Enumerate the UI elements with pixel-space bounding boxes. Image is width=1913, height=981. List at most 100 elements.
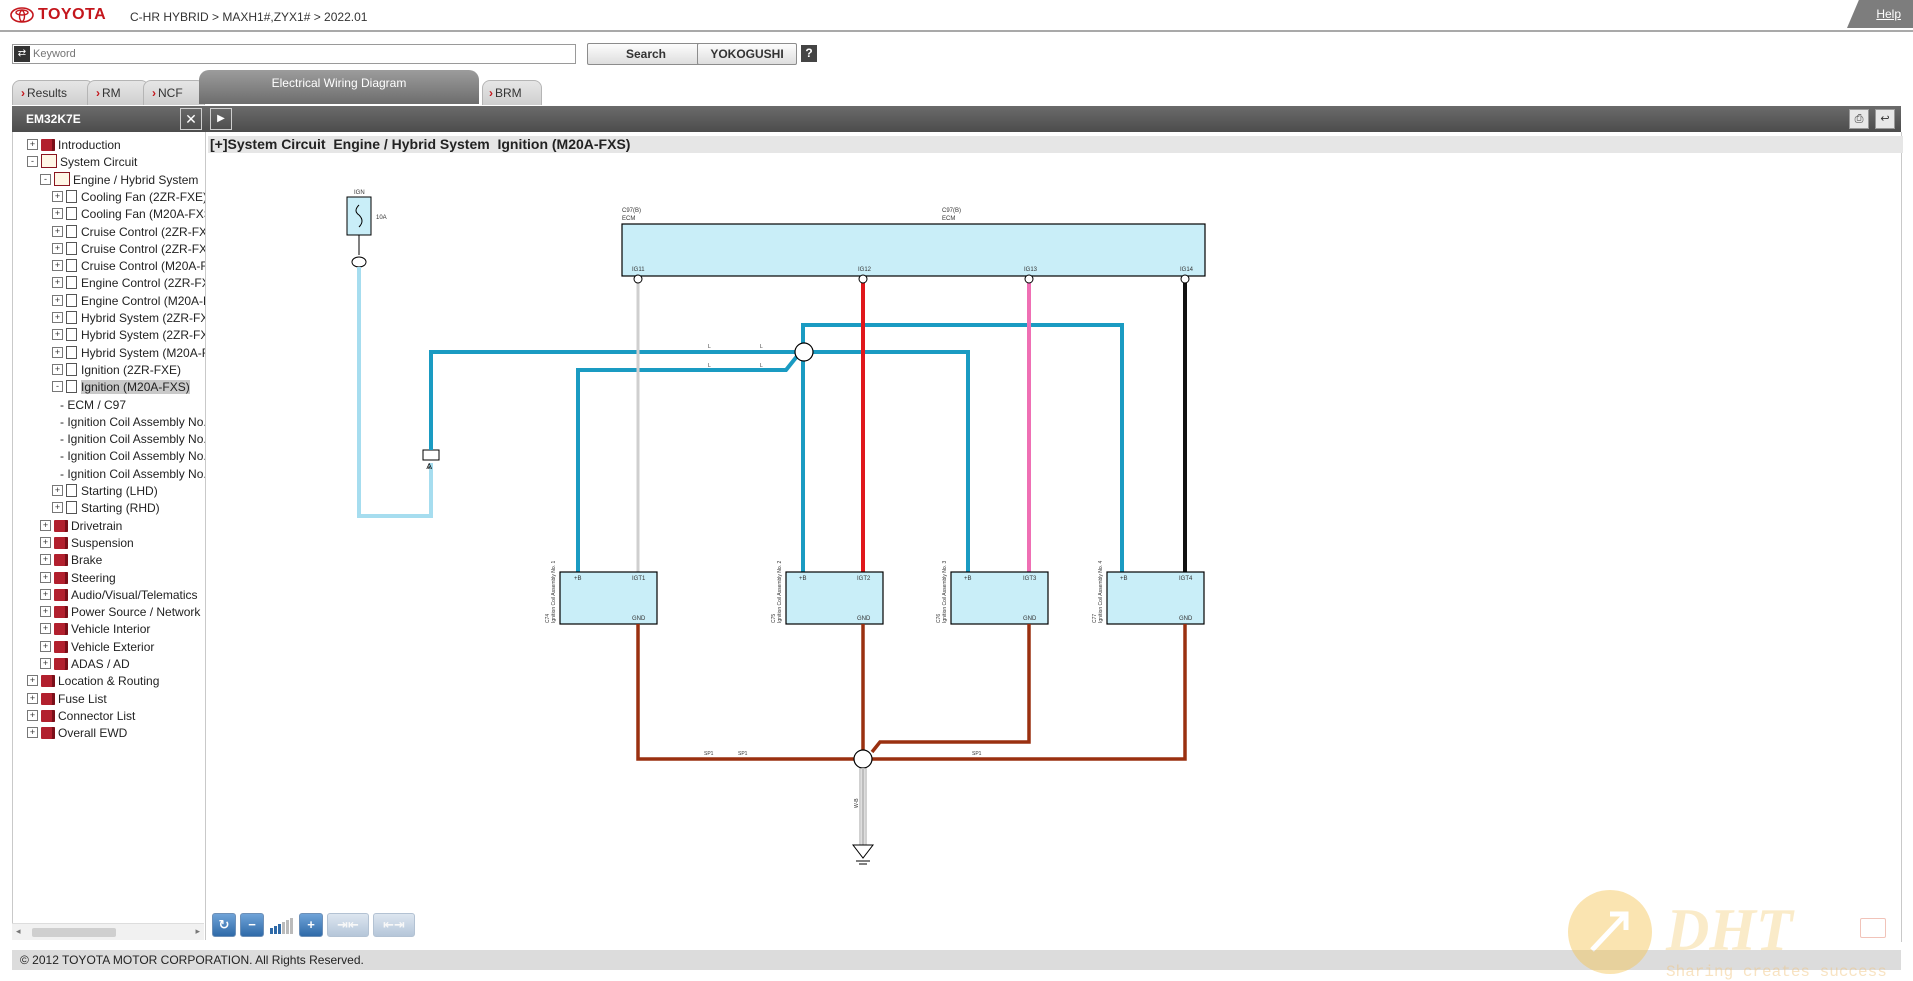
- tree-item[interactable]: + Fuse List: [27, 690, 107, 708]
- scroll-left-icon[interactable]: ◂: [16, 926, 21, 937]
- tab-ncf[interactable]: › NCF: [143, 80, 205, 105]
- expand-icon[interactable]: +: [40, 640, 51, 652]
- collapse-icon[interactable]: -: [40, 173, 51, 185]
- question-help-button[interactable]: ?: [801, 45, 817, 62]
- close-icon[interactable]: ✕: [180, 108, 202, 130]
- tree-item[interactable]: + Cooling Fan (M20A-FXS): [52, 205, 205, 223]
- tree-item[interactable]: + Connector List: [27, 707, 135, 725]
- ecm-block[interactable]: [621, 223, 1206, 277]
- expand-icon[interactable]: +: [27, 675, 38, 687]
- collapse-icon[interactable]: -: [52, 381, 63, 393]
- tree-item[interactable]: + Location & Routing: [27, 672, 159, 690]
- help-link[interactable]: Help: [1876, 7, 1901, 21]
- reset-view-icon[interactable]: ↻: [212, 913, 236, 937]
- zoom-out-icon[interactable]: −: [240, 913, 264, 937]
- tree-item[interactable]: + Engine Control (M20A-FXS): [52, 292, 205, 310]
- zoom-level-step[interactable]: [282, 922, 285, 934]
- expand-icon[interactable]: +: [40, 588, 51, 600]
- tree-item[interactable]: + Vehicle Interior: [40, 620, 150, 638]
- tree-item[interactable]: + Power Source / Network: [40, 603, 200, 621]
- supply-wire-main[interactable]: [429, 350, 798, 450]
- tree-item[interactable]: + Drivetrain: [40, 517, 122, 535]
- tree-item[interactable]: - Engine / Hybrid System: [40, 171, 198, 189]
- scrollbar-thumb[interactable]: [32, 928, 116, 937]
- expand-icon[interactable]: +: [27, 692, 38, 704]
- tree-item[interactable]: - Ignition Coil Assembly No. 1: [60, 413, 205, 431]
- expand-icon[interactable]: +: [27, 139, 38, 150]
- scroll-right-icon[interactable]: ▸: [195, 926, 200, 937]
- tab-rm[interactable]: › RM: [87, 80, 149, 105]
- tree-item[interactable]: + Starting (LHD): [52, 482, 158, 500]
- expand-icon[interactable]: +: [52, 190, 63, 202]
- ground-wire-coil1[interactable]: [636, 624, 863, 761]
- tree-item[interactable]: - System Circuit: [27, 153, 137, 171]
- tree-item[interactable]: + Steering: [40, 569, 116, 587]
- zoom-level-indicator[interactable]: [270, 916, 293, 934]
- tree-item[interactable]: + Overall EWD: [27, 724, 127, 742]
- ground-junction[interactable]: [853, 749, 873, 769]
- ground-wire-coil3[interactable]: [870, 624, 1031, 754]
- tree-item[interactable]: + Suspension: [40, 534, 134, 552]
- supply-wire-coil1[interactable]: [576, 353, 800, 572]
- search-button[interactable]: Search: [587, 43, 705, 65]
- splice-connector[interactable]: [422, 449, 440, 461]
- tree-item[interactable]: - Ignition Coil Assembly No. 2: [60, 430, 205, 448]
- tab-electrical-wiring-diagram[interactable]: Electrical Wiring Diagram: [199, 70, 479, 104]
- tree-item[interactable]: - Ignition (M20A-FXS): [52, 378, 190, 396]
- back-icon[interactable]: ↩: [1875, 109, 1895, 129]
- expand-icon[interactable]: +: [52, 346, 63, 358]
- tree-item[interactable]: + Vehicle Exterior: [40, 638, 154, 656]
- tree-item[interactable]: + ADAS / AD: [40, 655, 130, 673]
- tree-item[interactable]: + Hybrid System (2ZR-FXE): [52, 326, 205, 344]
- tree-item[interactable]: + Hybrid System (2ZR-FXE): [52, 309, 205, 327]
- expand-icon[interactable]: +: [40, 571, 51, 583]
- expand-icon[interactable]: +: [40, 536, 51, 548]
- supply-wire-coil2[interactable]: [801, 323, 1124, 572]
- tree-item[interactable]: + Cruise Control (2ZR-FXE): [52, 223, 205, 241]
- tree-item[interactable]: - Ignition Coil Assembly No. 4: [60, 465, 205, 483]
- expand-icon[interactable]: +: [52, 225, 63, 237]
- tree-item[interactable]: - Ignition Coil Assembly No. 3: [60, 447, 205, 465]
- supply-junction[interactable]: [794, 342, 814, 362]
- zoom-level-step[interactable]: [286, 920, 289, 934]
- expand-icon[interactable]: +: [40, 658, 51, 669]
- play-icon[interactable]: ▶: [210, 108, 232, 130]
- sidebar-horizontal-scrollbar[interactable]: ◂ ▸: [12, 923, 204, 940]
- expand-icon[interactable]: +: [40, 606, 51, 618]
- print-icon[interactable]: ⎙: [1849, 109, 1869, 129]
- zoom-level-step[interactable]: [278, 924, 281, 934]
- tree-item[interactable]: + Brake: [40, 551, 102, 569]
- search-input[interactable]: [33, 46, 568, 61]
- tree-item[interactable]: + Audio/Visual/Telematics: [40, 586, 198, 604]
- tab-brm[interactable]: › BRM: [482, 80, 542, 105]
- supply-wire-light[interactable]: [357, 267, 433, 518]
- expand-icon[interactable]: +: [27, 709, 38, 721]
- expand-icon[interactable]: +: [52, 312, 63, 323]
- tree-item[interactable]: + Engine Control (2ZR-FXE): [52, 274, 205, 292]
- expand-icon[interactable]: +: [52, 485, 63, 496]
- tree-item[interactable]: + Cooling Fan (2ZR-FXE): [52, 188, 205, 206]
- tree-item[interactable]: + Starting (RHD): [52, 499, 160, 517]
- tree-item[interactable]: - ECM / C97: [60, 396, 126, 414]
- tree-item[interactable]: + Cruise Control (M20A-FXS): [52, 257, 205, 275]
- zoom-level-step[interactable]: [290, 918, 293, 934]
- tree-item[interactable]: + Cruise Control (2ZR-FXE): [52, 240, 205, 258]
- expand-icon[interactable]: +: [40, 519, 51, 531]
- supply-wire-coil3[interactable]: [810, 350, 970, 572]
- expand-icon[interactable]: +: [52, 277, 63, 289]
- tree-item[interactable]: + Hybrid System (M20A-FXS): [52, 344, 205, 362]
- fuse-symbol[interactable]: [346, 196, 372, 236]
- expand-icon[interactable]: +: [40, 623, 51, 635]
- yokogushi-button[interactable]: YOKOGUSHI: [697, 43, 797, 65]
- expand-toggle[interactable]: [+]: [210, 136, 228, 152]
- expand-icon[interactable]: +: [40, 554, 51, 566]
- expand-icon[interactable]: +: [27, 727, 38, 739]
- tab-results[interactable]: › Results: [12, 80, 94, 105]
- expand-icon[interactable]: +: [52, 294, 63, 306]
- expand-icon[interactable]: +: [52, 208, 63, 220]
- chat-icon[interactable]: [1860, 918, 1886, 938]
- tree-item[interactable]: + Ignition (2ZR-FXE): [52, 361, 181, 379]
- zoom-level-step[interactable]: [274, 926, 277, 934]
- collapse-icon[interactable]: -: [27, 156, 38, 168]
- zoom-in-icon[interactable]: +: [299, 913, 323, 937]
